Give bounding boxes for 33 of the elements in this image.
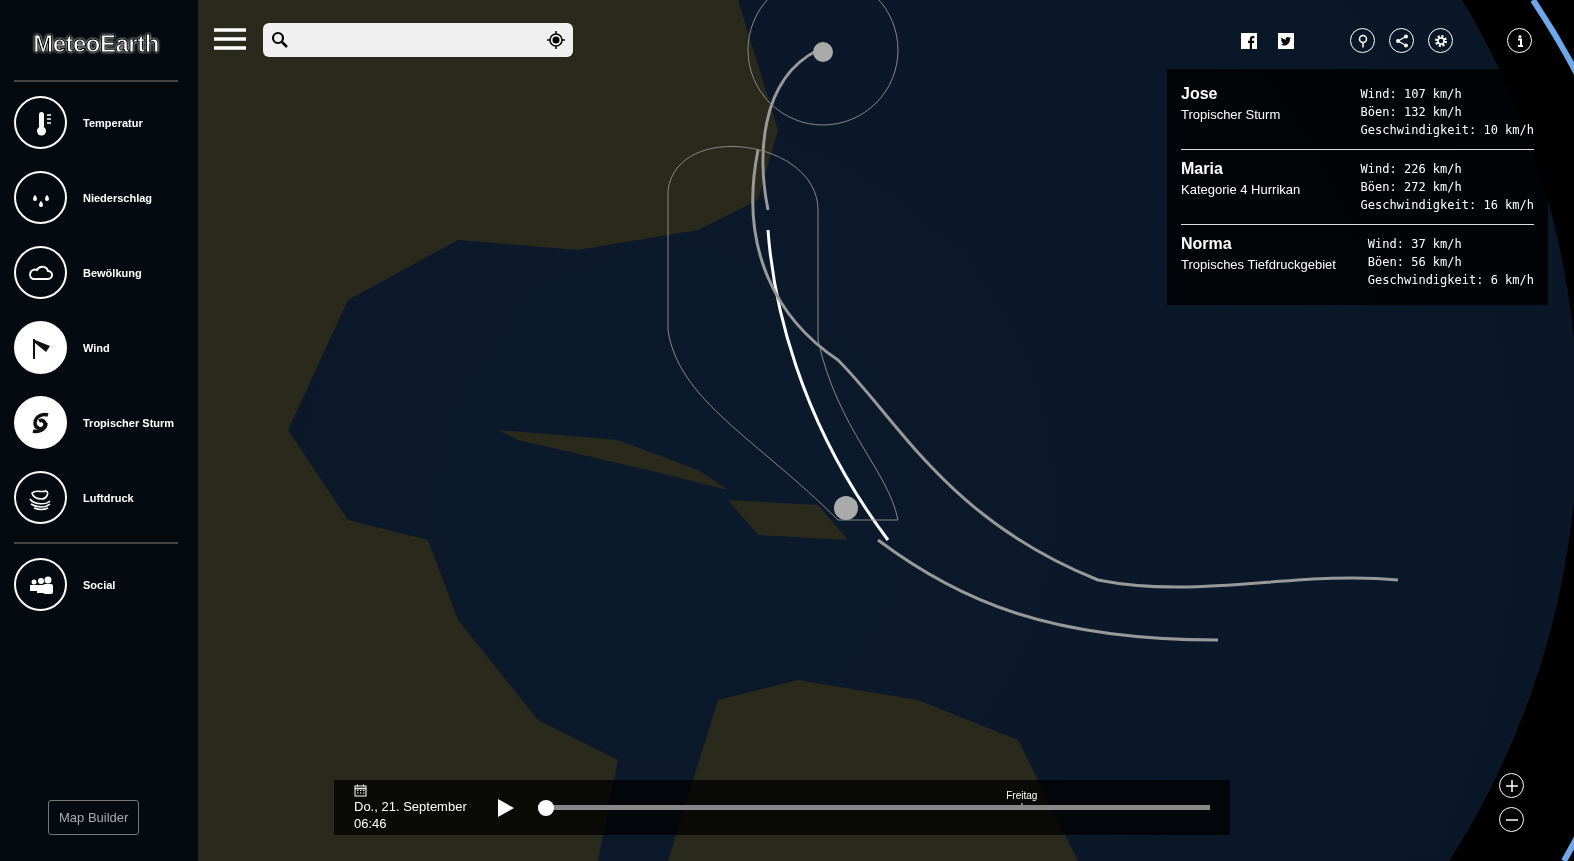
- storm-name: Jose: [1181, 85, 1219, 103]
- storm-stat: Geschwindigkeit: 6 km/h: [1367, 273, 1534, 287]
- storm-stat: Böen: 56 km/h: [1367, 255, 1463, 269]
- storm-type: Tropischer Sturm: [1181, 107, 1281, 122]
- sidebar-item[interactable]: Tropischer Sturm: [14, 396, 178, 449]
- storm-stat: Wind: 107 km/h: [1360, 87, 1463, 101]
- storm-name: Norma: [1181, 235, 1233, 253]
- sidebar-item[interactable]: Social: [14, 558, 178, 611]
- storm-type: Tropisches Tiefdruckgebiet: [1181, 257, 1336, 272]
- storm-stat: Geschwindigkeit: 16 km/h: [1360, 198, 1534, 212]
- date-label: Do., 21. September: [354, 799, 468, 814]
- search-icon: [271, 31, 289, 49]
- sidebar-item[interactable]: Luftdruck: [14, 471, 178, 524]
- storm-name: Maria: [1181, 160, 1224, 178]
- sidebar-item[interactable]: Bewölkung: [14, 246, 178, 299]
- locate-icon[interactable]: [547, 31, 565, 49]
- storm-stat: Wind: 226 km/h: [1360, 162, 1463, 176]
- sidebar-item[interactable]: Wind: [14, 321, 178, 374]
- storm-stat: Böen: 272 km/h: [1360, 180, 1463, 194]
- storm-stat: Böen: 132 km/h: [1360, 105, 1463, 119]
- slider-thumb[interactable]: [538, 799, 554, 816]
- logo: MeteoEarth: [33, 30, 159, 58]
- storm-stat: Geschwindigkeit: 10 km/h: [1360, 123, 1534, 137]
- search-field[interactable]: [263, 23, 573, 57]
- menu-icon[interactable]: [214, 28, 246, 50]
- map-builder-button[interactable]: Map Builder: [48, 800, 140, 835]
- time-label: 06:46: [354, 816, 388, 831]
- storm-type: Kategorie 4 Hurrikan: [1181, 182, 1301, 197]
- calendar-icon: [354, 784, 367, 797]
- tick-label: Freitag: [1006, 789, 1038, 808]
- storm-stat: Wind: 37 km/h: [1367, 237, 1463, 251]
- sidebar-item[interactable]: Niederschlag: [14, 171, 178, 224]
- sidebar-item[interactable]: Temperatur: [14, 96, 178, 149]
